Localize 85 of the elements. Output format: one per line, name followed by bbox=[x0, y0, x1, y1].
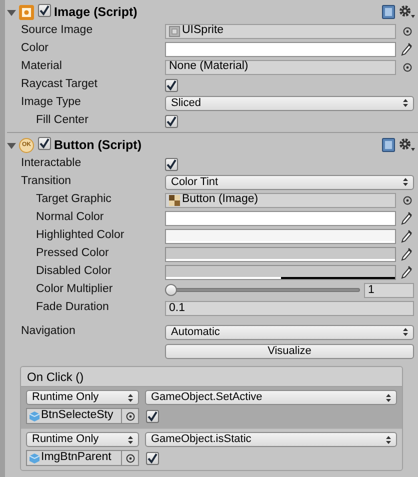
color-field[interactable] bbox=[165, 210, 396, 226]
visualize-button[interactable]: Visualize bbox=[165, 344, 414, 358]
property-label: Source Image bbox=[21, 23, 94, 38]
eyedropper-icon[interactable] bbox=[401, 42, 413, 56]
updown-arrows-icon bbox=[128, 394, 133, 402]
checkbox[interactable] bbox=[165, 78, 178, 92]
component-title: Button (Script) bbox=[54, 136, 142, 154]
target-picker-icon[interactable] bbox=[402, 26, 412, 36]
property-label: Disabled Color bbox=[35, 264, 112, 280]
dropdown[interactable]: GameObject.SetActive bbox=[145, 390, 397, 405]
property-label: Fill Center bbox=[35, 113, 90, 128]
property-label: Transition bbox=[21, 174, 72, 190]
property-label: Navigation bbox=[21, 324, 76, 340]
object-field[interactable]: None (Material) bbox=[165, 60, 396, 74]
dropdown[interactable]: Automatic bbox=[165, 324, 414, 340]
slider-track[interactable] bbox=[165, 284, 360, 296]
event-header: On Click () bbox=[21, 367, 402, 387]
color-field[interactable] bbox=[165, 228, 396, 244]
checkbox[interactable] bbox=[146, 452, 159, 464]
object-field[interactable]: Button (Image) bbox=[165, 192, 396, 208]
help-book-icon[interactable] bbox=[382, 5, 395, 19]
component-title: Image (Script) bbox=[54, 4, 138, 21]
expand-triangle-icon[interactable] bbox=[7, 8, 16, 16]
expand-triangle-icon[interactable] bbox=[7, 140, 16, 150]
updown-arrows-icon bbox=[386, 394, 391, 402]
updown-arrows-icon bbox=[386, 436, 391, 444]
property-label: Fade Duration bbox=[35, 300, 110, 316]
checkbox[interactable] bbox=[146, 410, 159, 422]
eyedropper-icon[interactable] bbox=[401, 247, 413, 261]
property-label: Color bbox=[21, 41, 50, 56]
checkmark-icon bbox=[39, 5, 50, 16]
checkbox[interactable] bbox=[165, 158, 178, 170]
dropdown[interactable]: GameObject.isStatic bbox=[145, 432, 397, 447]
event-entry[interactable]: Runtime Only GameObject.isStatic ImgBtnParent bbox=[21, 428, 402, 470]
color-field[interactable] bbox=[165, 264, 396, 280]
number-field[interactable]: 0.1 bbox=[165, 300, 414, 316]
property-label: Material bbox=[21, 59, 63, 74]
dropdown[interactable]: Runtime Only bbox=[26, 390, 139, 405]
property-label: Target Graphic bbox=[35, 192, 112, 208]
checkmark-icon bbox=[147, 410, 158, 422]
color-field[interactable] bbox=[165, 246, 396, 262]
checkmark-icon bbox=[147, 452, 158, 464]
property-label: Normal Color bbox=[35, 210, 105, 226]
eyedropper-icon[interactable] bbox=[401, 211, 413, 225]
updown-arrows-icon bbox=[403, 178, 408, 186]
checkmark-icon bbox=[39, 138, 50, 149]
sprite-icon bbox=[169, 26, 180, 36]
eyedropper-icon[interactable] bbox=[401, 229, 413, 243]
updown-arrows-icon bbox=[403, 99, 408, 107]
eyedropper-icon[interactable] bbox=[401, 265, 413, 279]
dropdown[interactable]: Sliced bbox=[165, 96, 414, 110]
property-label: Pressed Color bbox=[35, 246, 110, 262]
property-label: Color Multiplier bbox=[35, 282, 114, 298]
cube-icon bbox=[29, 452, 40, 464]
settings-gear-icon[interactable] bbox=[399, 5, 415, 19]
updown-arrows-icon bbox=[128, 436, 133, 444]
property-label: Highlighted Color bbox=[35, 228, 126, 244]
target-picker-icon[interactable] bbox=[402, 196, 412, 204]
checkmark-icon bbox=[166, 116, 177, 126]
checkbox[interactable] bbox=[165, 114, 178, 128]
number-field[interactable]: 1 bbox=[364, 282, 414, 298]
object-field[interactable]: BtnSelecteSty bbox=[26, 408, 139, 424]
updown-arrows-icon bbox=[403, 328, 408, 336]
help-book-icon[interactable] bbox=[382, 138, 395, 152]
checkmark-icon bbox=[166, 158, 177, 170]
settings-gear-icon[interactable] bbox=[399, 138, 415, 152]
object-field[interactable]: UISprite bbox=[165, 24, 396, 38]
cube-icon bbox=[29, 410, 40, 422]
checkbox[interactable] bbox=[38, 4, 51, 17]
image-component-icon bbox=[19, 4, 34, 20]
color-field[interactable] bbox=[165, 42, 396, 56]
property-label: Image Type bbox=[21, 95, 82, 110]
event-entry[interactable]: Runtime Only GameObject.SetActive BtnSelecteSty bbox=[21, 387, 402, 428]
object-field[interactable]: ImgBtnParent bbox=[26, 450, 139, 466]
property-label: Interactable bbox=[21, 156, 82, 172]
dropdown[interactable]: Runtime Only bbox=[26, 432, 139, 447]
checkbox[interactable] bbox=[38, 137, 51, 150]
dropdown[interactable]: Color Tint bbox=[165, 174, 414, 190]
property-label: Raycast Target bbox=[21, 77, 98, 92]
target-picker-icon[interactable] bbox=[126, 454, 134, 462]
checker-image-icon bbox=[169, 194, 180, 206]
checkmark-icon bbox=[166, 80, 177, 90]
slider-thumb[interactable] bbox=[165, 284, 177, 296]
target-picker-icon[interactable] bbox=[126, 412, 134, 420]
target-picker-icon[interactable] bbox=[402, 62, 412, 72]
